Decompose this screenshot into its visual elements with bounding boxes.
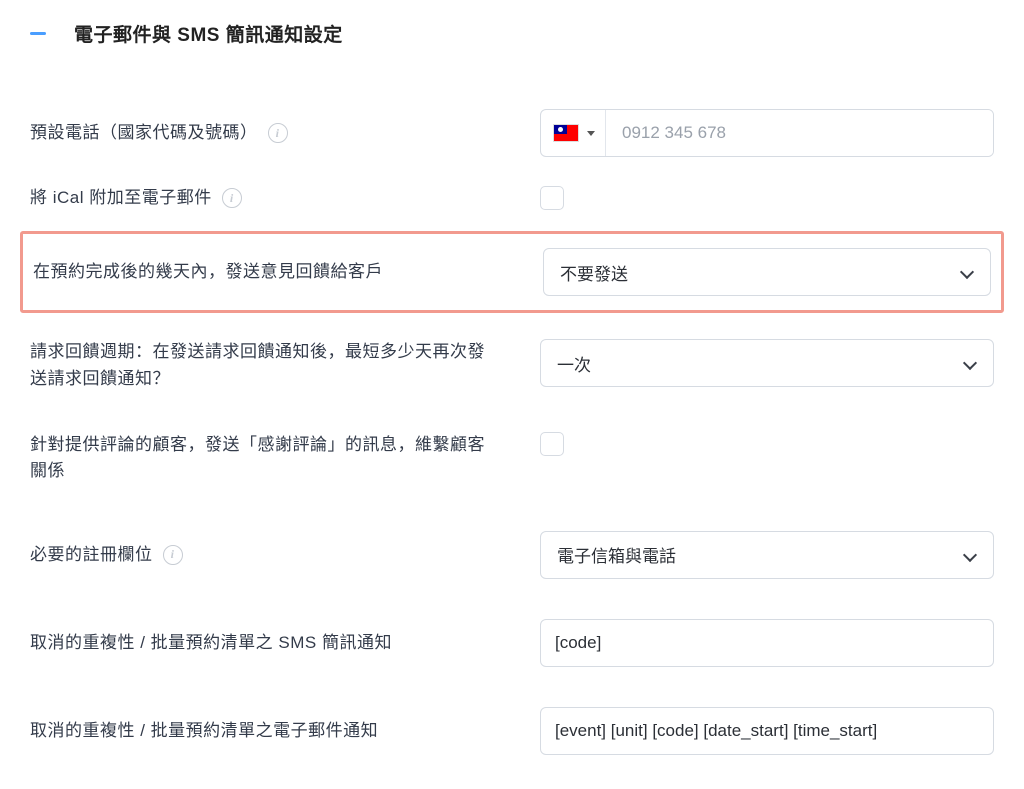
phone-number-input[interactable] [606, 110, 993, 156]
thank-review-checkbox[interactable] [540, 432, 564, 456]
attach-ical-checkbox[interactable] [540, 186, 564, 210]
feedback-period-select[interactable]: 一次 [540, 339, 994, 387]
required-fields-select[interactable]: 電子信箱與電話 [540, 531, 994, 579]
chevron-down-icon [963, 356, 977, 370]
caret-down-icon [587, 131, 595, 136]
highlighted-setting: 在預約完成後的幾天內，發送意見回饋給客戶 不要發送 [20, 231, 1004, 313]
info-icon[interactable]: i [268, 123, 288, 143]
label-feedback-after: 在預約完成後的幾天內，發送意見回饋給客戶 [33, 259, 383, 285]
cancel-sms-input[interactable] [540, 619, 994, 667]
label-attach-ical: 將 iCal 附加至電子郵件 [30, 185, 212, 211]
collapse-icon[interactable] [30, 32, 46, 35]
flag-taiwan-icon [553, 124, 579, 142]
label-cancel-email: 取消的重複性 / 批量預約清單之電子郵件通知 [30, 718, 378, 744]
info-icon[interactable]: i [163, 545, 183, 565]
chevron-down-icon [963, 548, 977, 562]
select-value: 電子信箱與電話 [557, 542, 676, 567]
row-thank-review: 針對提供評論的顧客，發送「感謝評論」的訊息，維繫顧客關係 [30, 416, 994, 509]
phone-input-group [540, 109, 994, 157]
feedback-after-select[interactable]: 不要發送 [543, 248, 991, 296]
row-feedback-period: 請求回饋週期：在發送請求回饋通知後，最短多少天再次發送請求回饋通知？ 一次 [30, 323, 994, 416]
country-code-select[interactable] [541, 110, 606, 156]
row-attach-ical: 將 iCal 附加至電子郵件 i [30, 171, 994, 225]
row-feedback-after: 在預約完成後的幾天內，發送意見回饋給客戶 不要發送 [33, 248, 991, 296]
info-icon[interactable]: i [222, 188, 242, 208]
label-required-fields: 必要的註冊欄位 [30, 542, 153, 568]
cancel-email-input[interactable] [540, 707, 994, 755]
chevron-down-icon [960, 265, 974, 279]
label-default-phone: 預設電話（國家代碼及號碼） [30, 120, 258, 146]
row-default-phone: 預設電話（國家代碼及號碼） i [30, 95, 994, 171]
label-cancel-sms: 取消的重複性 / 批量預約清單之 SMS 簡訊通知 [30, 630, 392, 656]
label-feedback-period: 請求回饋週期：在發送請求回饋通知後，最短多少天再次發送請求回饋通知？ [30, 339, 490, 392]
section-title: 電子郵件與 SMS 簡訊通知設定 [74, 20, 343, 47]
row-required-fields: 必要的註冊欄位 i 電子信箱與電話 [30, 509, 994, 593]
row-cancel-email: 取消的重複性 / 批量預約清單之電子郵件通知 [30, 681, 994, 769]
select-value: 一次 [557, 351, 591, 376]
row-cancel-sms: 取消的重複性 / 批量預約清單之 SMS 簡訊通知 [30, 593, 994, 681]
section-header: 電子郵件與 SMS 簡訊通知設定 [30, 20, 994, 47]
select-value: 不要發送 [560, 260, 628, 285]
label-thank-review: 針對提供評論的顧客，發送「感謝評論」的訊息，維繫顧客關係 [30, 432, 490, 485]
